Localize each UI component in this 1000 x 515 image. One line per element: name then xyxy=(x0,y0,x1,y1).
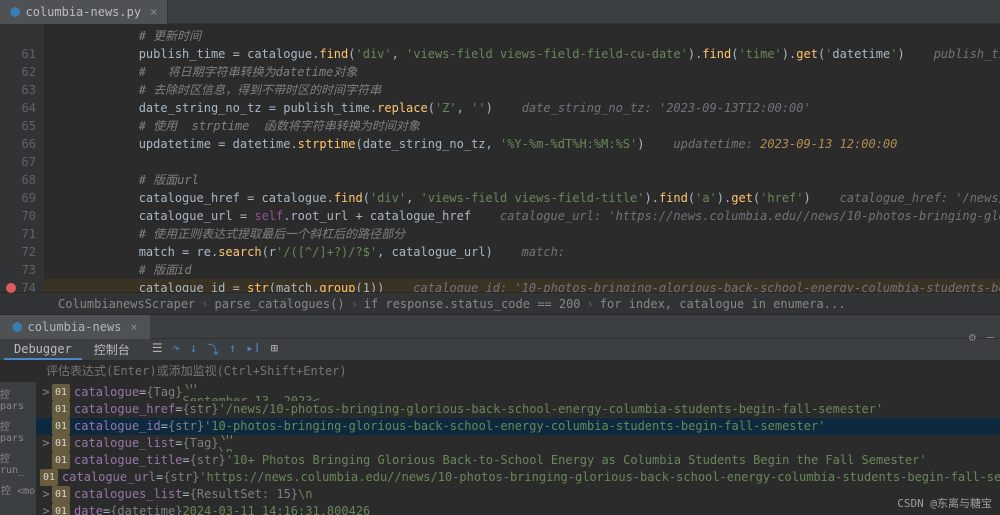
variable-row[interactable]: >01catalogues_list = {ResultSet: 15} [\n… xyxy=(36,486,1000,503)
close-icon[interactable]: × xyxy=(150,5,157,19)
variable-row[interactable]: 01catalogue_id = {str} '10-photos-bringi… xyxy=(36,418,1000,435)
run-to-cursor-icon[interactable]: ▸ǀ xyxy=(246,341,260,358)
code-area[interactable]: # 更新时间 publish_time = catalogue.find('di… xyxy=(44,24,1000,292)
tab-filename: columbia-news.py xyxy=(25,5,141,19)
breadcrumb-item[interactable]: for index, catalogue in enumera... xyxy=(600,297,846,311)
variable-row[interactable]: >01catalogue = {Tag} \nSeptember 13, 202… xyxy=(36,384,1000,401)
breadcrumb-item[interactable]: ColumbianewsScraper xyxy=(58,297,195,311)
python-icon: ⬢ xyxy=(10,5,20,19)
frame-item[interactable]: 控 pars xyxy=(0,386,36,412)
watch-expression-input[interactable] xyxy=(0,360,1000,382)
editor-tabs: ⬢ columbia-news.py × xyxy=(0,0,1000,24)
variable-row[interactable]: >01date = {datetime} 2024-03-11 14:16:31… xyxy=(36,503,1000,515)
evaluate-icon[interactable]: ⊞ xyxy=(271,341,278,358)
breadcrumb-item[interactable]: if response.status_code == 200 xyxy=(364,297,581,311)
frame-item[interactable]: 控 pars xyxy=(0,418,36,444)
close-icon[interactable]: × xyxy=(130,320,137,334)
file-tab[interactable]: ⬢ columbia-news.py × xyxy=(0,0,168,24)
watermark: CSDN @东离与糖宝 xyxy=(897,495,992,511)
run-window-tabs: ⬢ columbia-news × ⚙ — xyxy=(0,314,1000,338)
frame-item[interactable]: 控 <mo xyxy=(1,482,35,497)
breadcrumb[interactable]: ColumbianewsScraper›parse_catalogues()›i… xyxy=(0,292,1000,314)
debugger-toolbar: Debugger 控制台 ☰ ↷ ↓ ⤵ ↑ ▸ǀ ⊞ xyxy=(0,338,1000,360)
step-into-icon[interactable]: ↓ xyxy=(190,341,197,358)
tab-console[interactable]: 控制台 xyxy=(84,339,140,360)
variable-row[interactable]: 01catalogue_title = {str} '10+ Photos Br… xyxy=(36,452,1000,469)
tab-debugger[interactable]: Debugger xyxy=(4,340,82,360)
gear-icon[interactable]: ⚙ xyxy=(969,330,976,344)
line-gutter: 6162636465666768697071727374 xyxy=(0,24,44,292)
step-into-my-icon[interactable]: ⤵ xyxy=(207,341,219,358)
variables-tree[interactable]: >01catalogue = {Tag} \nSeptember 13, 202… xyxy=(36,382,1000,515)
frames-panel[interactable]: 控 pars 控 pars 控 run_ 控 <mo xyxy=(0,382,36,515)
variables-panel: 控 pars 控 pars 控 run_ 控 <mo >01catalogue = {… xyxy=(0,382,1000,515)
code-editor[interactable]: 6162636465666768697071727374 # 更新时间 publ… xyxy=(0,24,1000,292)
step-out-icon[interactable]: ↑ xyxy=(229,341,236,358)
frame-item[interactable]: 控 run_ xyxy=(0,450,36,476)
minimize-icon[interactable]: — xyxy=(987,330,994,344)
layout-icon[interactable]: ☰ xyxy=(152,341,163,358)
step-over-icon[interactable]: ↷ xyxy=(173,341,180,358)
variable-row[interactable]: 01catalogue_url = {str} 'https://news.co… xyxy=(36,469,1000,486)
run-config-tab[interactable]: ⬢ columbia-news × xyxy=(0,315,150,339)
debug-actions: ☰ ↷ ↓ ⤵ ↑ ▸ǀ ⊞ xyxy=(152,341,278,358)
variable-row[interactable]: 01catalogue_href = {str} '/news/10-photo… xyxy=(36,401,1000,418)
variable-row[interactable]: >01catalogue_list = {Tag} \n\n xyxy=(36,435,1000,452)
run-config-name: columbia-news xyxy=(27,320,121,334)
breadcrumb-item[interactable]: parse_catalogues() xyxy=(215,297,345,311)
python-icon: ⬢ xyxy=(12,320,22,334)
